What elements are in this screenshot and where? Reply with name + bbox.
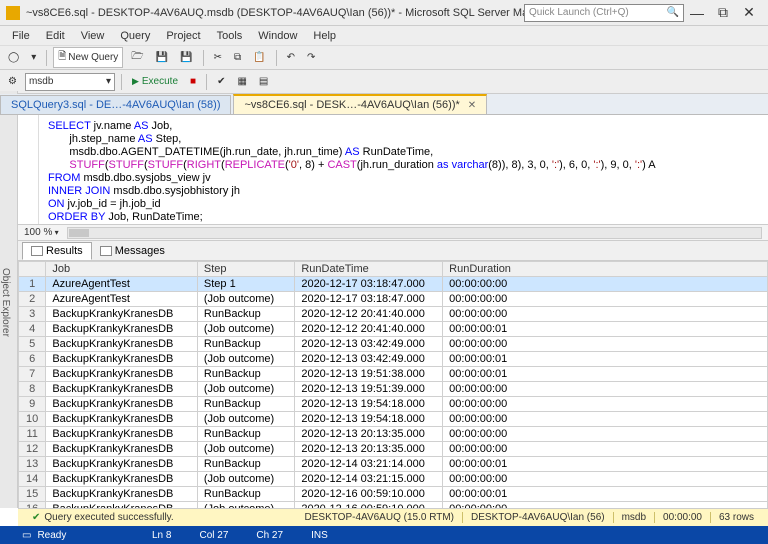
copy-button[interactable]: ⧉ <box>230 50 245 65</box>
nav-fwd-button[interactable]: ▾ <box>27 50 40 65</box>
status-ready: Ready <box>8 530 138 541</box>
close-tab-icon[interactable]: ✕ <box>468 100 476 111</box>
maximize-button[interactable]: ⧉ <box>710 4 736 21</box>
window-title: ~vs8CE6.sql - DESKTOP-4AV6AUQ.msdb (DESK… <box>26 7 524 19</box>
undo-button[interactable]: ↶ <box>283 50 299 65</box>
status-db: msdb <box>614 512 655 523</box>
redo-button[interactable]: ↷ <box>303 50 319 65</box>
ssms-icon <box>6 6 20 20</box>
paste-button[interactable]: 📋 <box>249 50 269 65</box>
menu-help[interactable]: Help <box>305 28 344 44</box>
menu-project[interactable]: Project <box>158 28 208 44</box>
estimated-plan-button[interactable]: ▦ <box>233 74 250 89</box>
nav-back-button[interactable]: ◯ <box>4 50 23 65</box>
col-rundatetime[interactable]: RunDateTime <box>295 262 443 277</box>
quicklaunch-input[interactable]: Quick Launch (Ctrl+Q)🔍 <box>524 4 684 22</box>
messages-icon <box>100 246 112 256</box>
table-row[interactable]: 6BackupKrankyKranesDB(Job outcome)2020-1… <box>19 352 768 367</box>
status-time: 00:00:00 <box>655 512 711 523</box>
status-user: DESKTOP-4AV6AUQ\Ian (56) <box>463 512 614 523</box>
status-ins: INS <box>297 530 342 541</box>
minimize-button[interactable]: — <box>684 5 710 21</box>
status-ch: Ch 27 <box>242 530 297 541</box>
db-icon: ⚙ <box>4 74 21 89</box>
table-row[interactable]: 1AzureAgentTestStep 12020-12-17 03:18:47… <box>19 277 768 292</box>
table-row[interactable]: 7BackupKrankyKranesDBRunBackup2020-12-13… <box>19 367 768 382</box>
menubar: File Edit View Query Project Tools Windo… <box>0 26 768 46</box>
document-tabs: SQLQuery3.sql - DE…-4AV6AUQ\Ian (58)) ~v… <box>0 94 768 115</box>
save-button[interactable]: 💾 <box>152 50 172 65</box>
query-options-button[interactable]: ▤ <box>255 74 272 89</box>
search-icon: 🔍 <box>667 7 679 18</box>
sql-editor[interactable]: SELECT jv.name AS Job, jh.step_name AS S… <box>18 115 768 225</box>
cut-button[interactable]: ✂ <box>210 50 226 65</box>
tab-sqlquery3[interactable]: SQLQuery3.sql - DE…-4AV6AUQ\Ian (58)) <box>0 95 231 114</box>
zoom-selector[interactable]: 100 % <box>24 227 59 238</box>
status-server: DESKTOP-4AV6AUQ (15.0 RTM) <box>297 512 464 523</box>
table-row[interactable]: 9BackupKrankyKranesDBRunBackup2020-12-13… <box>19 397 768 412</box>
menu-tools[interactable]: Tools <box>209 28 251 44</box>
tab-messages[interactable]: Messages <box>92 243 173 259</box>
menu-query[interactable]: Query <box>112 28 158 44</box>
table-row[interactable]: 14BackupKrankyKranesDB(Job outcome)2020-… <box>19 472 768 487</box>
save-all-button[interactable]: 💾 <box>176 50 196 65</box>
menu-edit[interactable]: Edit <box>38 28 73 44</box>
open-file-button[interactable]: 🗁 <box>127 47 147 68</box>
table-row[interactable]: 3BackupKrankyKranesDBRunBackup2020-12-12… <box>19 307 768 322</box>
execute-button[interactable]: Execute <box>128 75 182 88</box>
close-button[interactable]: ✕ <box>736 4 762 21</box>
new-query-button[interactable]: 🗎 New Query <box>53 47 123 68</box>
col-rownum[interactable] <box>19 262 46 277</box>
tab-results[interactable]: Results <box>22 242 92 260</box>
parse-button[interactable]: ✔ <box>213 74 229 89</box>
table-row[interactable]: 2AzureAgentTest(Job outcome)2020-12-17 0… <box>19 292 768 307</box>
zoom-bar: 100 % <box>18 225 768 241</box>
table-row[interactable]: 15BackupKrankyKranesDBRunBackup2020-12-1… <box>19 487 768 502</box>
results-grid[interactable]: Job Step RunDateTime RunDuration 1AzureA… <box>18 261 768 508</box>
stop-button[interactable]: ■ <box>186 74 200 89</box>
toolbar-1: ◯ ▾ 🗎 New Query 🗁 💾 💾 ✂ ⧉ 📋 ↶ ↷ <box>0 46 768 70</box>
status-rows: 63 rows <box>711 512 762 523</box>
status-col: Col 27 <box>185 530 242 541</box>
menu-window[interactable]: Window <box>250 28 305 44</box>
titlebar: ~vs8CE6.sql - DESKTOP-4AV6AUQ.msdb (DESK… <box>0 0 768 26</box>
tab-vs8ce6[interactable]: ~vs8CE6.sql - DESK…-4AV6AUQ\Ian (56))*✕ <box>233 94 487 114</box>
query-status-msg: Query executed successfully. <box>24 512 297 523</box>
database-selector[interactable]: msdb▾ <box>25 73 115 91</box>
table-row[interactable]: 8BackupKrankyKranesDB(Job outcome)2020-1… <box>19 382 768 397</box>
table-row[interactable]: 4BackupKrankyKranesDB(Job outcome)2020-1… <box>19 322 768 337</box>
editor-hscrollbar[interactable] <box>67 227 762 239</box>
table-row[interactable]: 12BackupKrankyKranesDB(Job outcome)2020-… <box>19 442 768 457</box>
col-step[interactable]: Step <box>197 262 294 277</box>
app-status-bar: Ready Ln 8 Col 27 Ch 27 INS <box>0 526 768 544</box>
grid-icon <box>31 246 43 256</box>
table-row[interactable]: 13BackupKrankyKranesDBRunBackup2020-12-1… <box>19 457 768 472</box>
result-tabs: Results Messages <box>18 241 768 261</box>
menu-view[interactable]: View <box>73 28 113 44</box>
col-job[interactable]: Job <box>46 262 198 277</box>
col-runduration[interactable]: RunDuration <box>443 262 768 277</box>
table-row[interactable]: 5BackupKrankyKranesDBRunBackup2020-12-13… <box>19 337 768 352</box>
query-status-bar: Query executed successfully. DESKTOP-4AV… <box>18 508 768 526</box>
menu-file[interactable]: File <box>4 28 38 44</box>
table-row[interactable]: 10BackupKrankyKranesDB(Job outcome)2020-… <box>19 412 768 427</box>
status-ln: Ln 8 <box>138 530 185 541</box>
toolbar-2: ⚙ msdb▾ Execute ■ ✔ ▦ ▤ <box>0 70 768 94</box>
table-row[interactable]: 11BackupKrankyKranesDBRunBackup2020-12-1… <box>19 427 768 442</box>
